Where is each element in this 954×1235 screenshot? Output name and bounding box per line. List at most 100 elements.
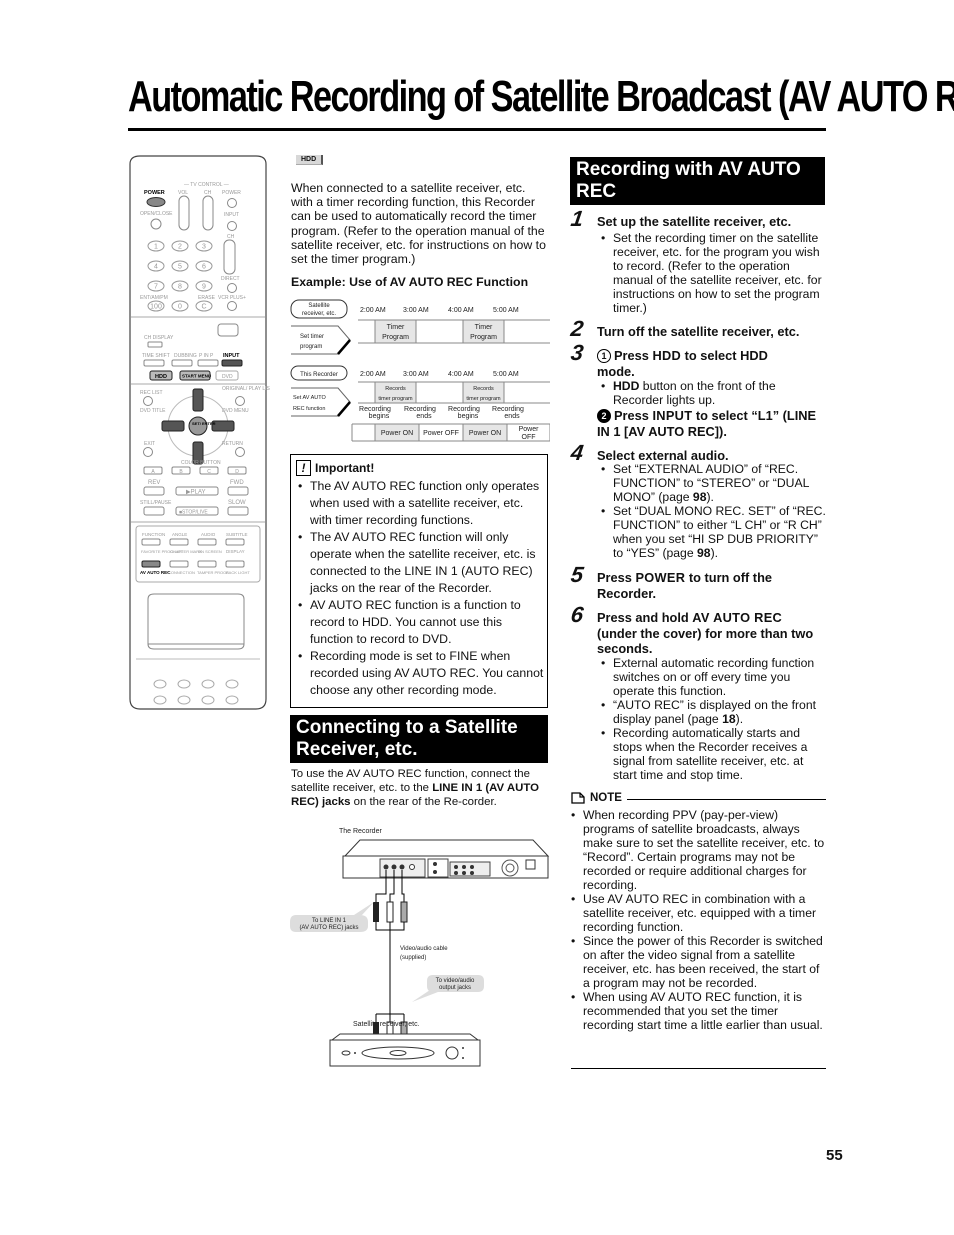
connecting-text-2: on the rear of the Re-corder. — [350, 796, 497, 809]
records-label: Records — [473, 386, 494, 392]
bottom-oval-button[interactable] — [201, 695, 215, 705]
channel-rocker[interactable] — [223, 239, 236, 275]
important-item: Recording mode is set to FINE when recor… — [298, 648, 544, 699]
erase-label: ERASE — [198, 295, 216, 301]
circled-number-icon: 2 — [597, 409, 611, 423]
step-title: Turn off the satellite receiver, etc. — [597, 324, 800, 339]
volume-rocker[interactable] — [178, 195, 190, 231]
direct-button[interactable] — [227, 283, 237, 293]
power-button[interactable] — [146, 197, 166, 207]
page-ref[interactable]: 98 — [693, 490, 707, 504]
audio-button[interactable] — [197, 538, 217, 546]
number-key-label: 6 — [202, 264, 206, 271]
step-3-sub-2: 2 Press INPUT to select “L1” (LINE IN 1 [… — [597, 408, 817, 439]
pinp-button[interactable] — [197, 359, 219, 367]
page-ref[interactable]: 98 — [697, 546, 711, 560]
step-title: Press and hold AV AUTO REC (under the co… — [597, 610, 823, 657]
rev-button[interactable] — [143, 486, 165, 496]
timer-program-label: Timer — [387, 324, 405, 331]
open-close-button[interactable] — [150, 218, 162, 230]
page-number: 55 — [826, 1147, 843, 1164]
note-item: When recording PPV (pay-per-view) progra… — [571, 808, 829, 892]
page-ref[interactable]: 18 — [722, 712, 736, 726]
return-button[interactable] — [235, 447, 245, 457]
step-number: 3 — [569, 340, 586, 365]
important-title: Important! — [315, 461, 375, 475]
on-screen-label: ON SCREEN — [198, 549, 222, 554]
display-button[interactable] — [225, 560, 245, 568]
sub1-pre: Press — [614, 348, 653, 363]
satellite-label-2: receiver, etc. — [302, 311, 336, 317]
note-item: Since the power of this Recorder is swit… — [571, 934, 829, 990]
bottom-oval-button[interactable] — [225, 679, 239, 689]
event-label: ends — [416, 413, 432, 420]
hdd-bold: HDD — [613, 379, 640, 393]
event-label: begins — [458, 413, 479, 420]
cover-flap — [147, 593, 245, 650]
set-enter-button[interactable] — [188, 416, 208, 436]
step-bullet: “AUTO REC” is displayed on the front dis… — [601, 698, 827, 726]
start-menu-label: START MENU — [182, 374, 211, 379]
power-label: POWER — [144, 190, 165, 196]
vcr-plus-logo — [217, 323, 239, 337]
ch-display-button[interactable] — [147, 341, 163, 348]
input-button[interactable] — [221, 359, 243, 367]
step5-pre: Press — [597, 570, 636, 585]
timer-program-label: Program — [382, 334, 409, 341]
b2-end: ). — [735, 712, 744, 726]
step-bullet: Set “EXTERNAL AUDIO” of “REC. FUNCTION” … — [601, 462, 827, 504]
note-divider — [626, 798, 826, 800]
step-number: 6 — [569, 602, 586, 627]
exit-button[interactable] — [143, 447, 153, 457]
av-auto-rec-button[interactable] — [141, 560, 161, 568]
hdd-key: HDD — [652, 348, 682, 363]
slow-button[interactable] — [227, 506, 249, 516]
bottom-oval-button[interactable] — [153, 679, 167, 689]
exit-label: EXIT — [144, 441, 155, 447]
still-pause-button[interactable] — [143, 506, 165, 516]
on-screen-button[interactable] — [197, 560, 217, 568]
timer-program-label: Program — [470, 334, 497, 341]
step-bullet: External automatic recording function sw… — [601, 656, 827, 698]
rev-label: REV — [148, 480, 160, 486]
number-key-label: 0 — [178, 304, 182, 311]
time-shift-label: TIME SHIFT — [142, 353, 170, 359]
tv-power-button[interactable] — [227, 198, 237, 208]
bottom-oval-button[interactable] — [201, 679, 215, 689]
time-shift-button[interactable] — [143, 359, 165, 367]
hdd-label: HDD — [155, 374, 167, 380]
input-key: INPUT — [652, 408, 693, 423]
left-arrow-button[interactable] — [161, 420, 185, 432]
tv-input-button[interactable] — [227, 221, 237, 231]
yellow-video-plug — [373, 902, 379, 922]
event-label: Recording — [404, 406, 436, 413]
function-button[interactable] — [141, 538, 161, 546]
recording-heading: Recording with AV AUTO REC — [570, 157, 825, 205]
function-label: FUNCTION — [142, 532, 165, 537]
bottom-oval-button[interactable] — [177, 695, 191, 705]
angle-button[interactable] — [169, 538, 189, 546]
subtitle-button[interactable] — [225, 538, 245, 546]
tv-channel-rocker[interactable] — [202, 195, 214, 231]
red-audio-plug — [400, 901, 408, 923]
number-key-label: C — [201, 304, 206, 311]
bottom-oval-button[interactable] — [177, 679, 191, 689]
av-auto-rec-label: AV AUTO REC — [140, 570, 171, 575]
fwd-button[interactable] — [227, 486, 249, 496]
set-timer-label-2: program — [300, 344, 322, 350]
time-axis-recorder: 2:00 AM 3:00 AM 4:00 AM 5:00 AM — [360, 371, 519, 378]
step-bullet: HDD button on the front of the Recorder … — [601, 379, 801, 407]
rec-list-button[interactable] — [143, 396, 153, 406]
chapter-mark-button[interactable] — [169, 560, 189, 568]
important-item: The AV AUTO REC function only operates w… — [298, 478, 544, 529]
time-label: 3:00 AM — [403, 371, 429, 378]
up-arrow-button[interactable] — [192, 388, 204, 412]
dubbing-button[interactable] — [171, 359, 193, 367]
power-state-label: OFF — [522, 434, 536, 441]
play-list-button[interactable] — [235, 396, 245, 406]
vcr-plus-button[interactable] — [227, 301, 237, 311]
step6-post: (under the cover) for more than two seco… — [597, 625, 814, 657]
callout-line-in-1: To LINE IN 1 — [312, 918, 347, 924]
bottom-oval-button[interactable] — [153, 695, 167, 705]
bottom-oval-button[interactable] — [225, 695, 239, 705]
